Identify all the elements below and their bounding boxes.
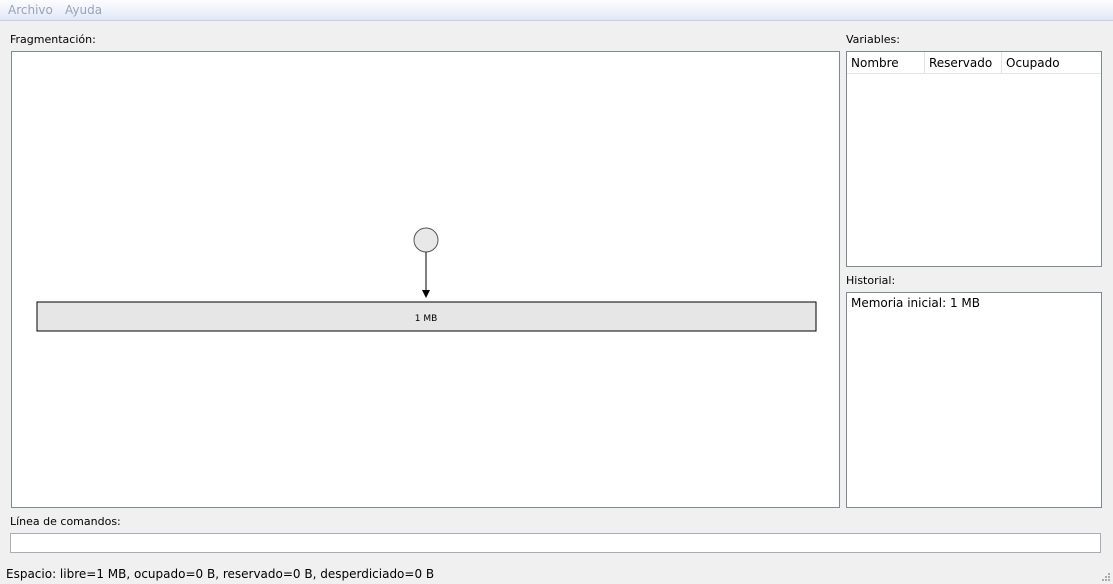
history-label: Historial: xyxy=(846,274,896,287)
variables-table-header: Nombre Reservado Ocupado xyxy=(847,52,1101,74)
history-item[interactable]: Memoria inicial: 1 MB xyxy=(851,296,980,310)
command-line-label: Línea de comandos: xyxy=(10,515,121,528)
memory-block-label: 1 MB xyxy=(415,314,438,324)
pointer-circle xyxy=(413,227,439,253)
variables-label: Variables: xyxy=(846,33,900,46)
fragmentation-panel: 1 MB xyxy=(11,51,840,508)
status-text: Espacio: libre=1 MB, ocupado=0 B, reserv… xyxy=(6,567,435,581)
fragmentation-label: Fragmentación: xyxy=(10,33,96,46)
column-ocupado[interactable]: Ocupado xyxy=(1001,52,1101,74)
column-nombre[interactable]: Nombre xyxy=(847,52,924,74)
fragmentation-canvas: 1 MB xyxy=(36,227,817,332)
variables-table[interactable]: Nombre Reservado Ocupado xyxy=(846,51,1102,267)
menu-ayuda[interactable]: Ayuda xyxy=(65,3,102,17)
column-reservado[interactable]: Reservado xyxy=(924,52,1001,74)
menu-bar: Archivo Ayuda xyxy=(0,0,1113,21)
menu-archivo[interactable]: Archivo xyxy=(8,3,53,17)
resize-grip-icon[interactable] xyxy=(1101,572,1111,582)
command-input[interactable] xyxy=(10,533,1101,553)
history-list[interactable]: Memoria inicial: 1 MB xyxy=(846,292,1102,508)
